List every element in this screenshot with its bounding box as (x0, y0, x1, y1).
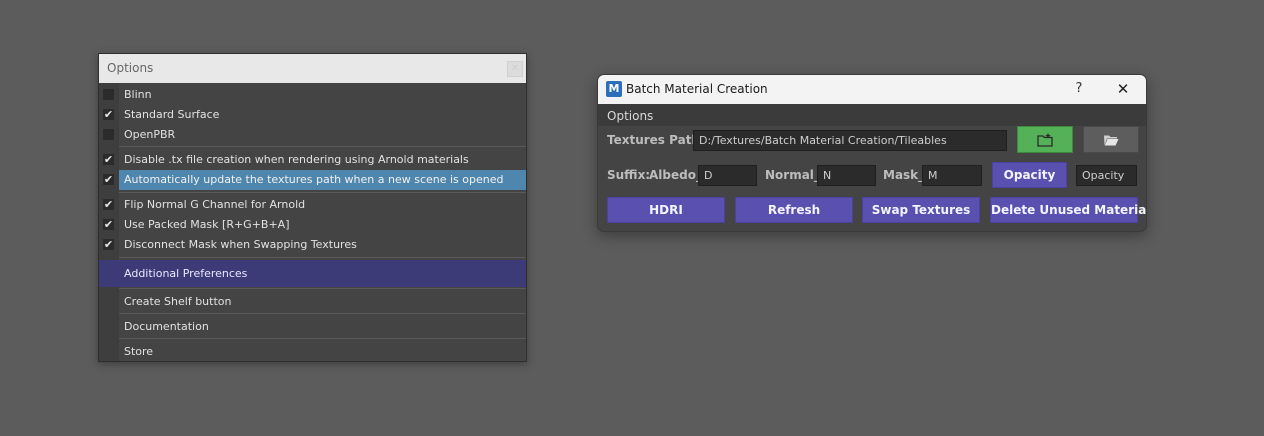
add-folder-button[interactable] (1017, 126, 1073, 153)
options-menu: Options ✕ Blinn ✔ Standard Surface OpenP… (98, 53, 527, 362)
menu-item-label: Documentation (124, 320, 209, 333)
menu-item-label: OpenPBR (124, 128, 176, 141)
menu-divider (119, 288, 526, 289)
browse-folder-button[interactable] (1083, 126, 1139, 153)
folder-add-icon (1037, 133, 1053, 147)
albedo-label: Albedo_ (649, 168, 702, 182)
menu-item-disconnect-mask[interactable]: ✔ Disconnect Mask when Swapping Textures (99, 235, 526, 255)
checkbox-checked[interactable]: ✔ (103, 199, 114, 210)
menu-item-store[interactable]: Store (99, 342, 526, 361)
menu-item-create-shelf[interactable]: Create Shelf button (99, 292, 526, 312)
menu-item-label: Store (124, 345, 154, 358)
window-title: Batch Material Creation (626, 82, 768, 96)
menu-bar: Options (598, 104, 1146, 126)
menu-item-openpbr[interactable]: OpenPBR (99, 125, 526, 145)
menu-item-flip-normal[interactable]: ✔ Flip Normal G Channel for Arnold (99, 195, 526, 215)
normal-suffix-input[interactable]: N (817, 165, 876, 186)
menu-item-label: Standard Surface (124, 108, 220, 121)
window-titlebar[interactable]: M Batch Material Creation ? ✕ (598, 75, 1146, 104)
menu-divider (119, 313, 526, 314)
menu-item-label: Create Shelf button (124, 295, 232, 308)
menu-divider (119, 338, 526, 339)
textures-path-input[interactable]: D:/Textures/Batch Material Creation/Tile… (693, 130, 1007, 151)
close-icon[interactable]: ✕ (507, 61, 523, 77)
opacity-button[interactable]: Opacity (992, 162, 1067, 188)
folder-open-icon (1104, 135, 1119, 145)
maya-logo-icon: M (606, 81, 622, 97)
textures-path-label: Textures Path: (607, 133, 705, 147)
refresh-button[interactable]: Refresh (735, 197, 853, 223)
help-button[interactable]: ? (1069, 79, 1089, 99)
suffix-label: Suffix: (607, 168, 651, 182)
opacity-suffix-input[interactable]: Opacity (1076, 165, 1137, 186)
checkbox-checked[interactable]: ✔ (103, 219, 114, 230)
checkbox[interactable] (103, 89, 114, 100)
menu-item-documentation[interactable]: Documentation (99, 317, 526, 337)
menu-item-additional-preferences[interactable]: Additional Preferences (99, 260, 526, 287)
menu-item-label: Flip Normal G Channel for Arnold (124, 198, 306, 211)
menu-item-label: Additional Preferences (124, 267, 248, 280)
checkbox-checked[interactable]: ✔ (103, 154, 114, 165)
menu-item-label: Disable .tx file creation when rendering… (124, 153, 469, 166)
menu-item-label: Use Packed Mask [R+G+B+A] (124, 218, 290, 231)
menu-item-label: Disconnect Mask when Swapping Textures (124, 238, 357, 251)
menu-item-label: Automatically update the textures path w… (124, 173, 504, 186)
checkbox[interactable] (103, 129, 114, 140)
menu-item-label: Blinn (124, 88, 152, 101)
checkbox-checked[interactable]: ✔ (103, 239, 114, 250)
normal-label: Normal_ (765, 168, 820, 182)
menu-options[interactable]: Options (607, 104, 653, 128)
menu-divider (119, 146, 526, 147)
menu-item-packed-mask[interactable]: ✔ Use Packed Mask [R+G+B+A] (99, 215, 526, 235)
hdri-button[interactable]: HDRI (607, 197, 725, 223)
menu-divider (119, 257, 526, 258)
menu-item-standard-surface[interactable]: ✔ Standard Surface (99, 105, 526, 125)
batch-material-window: M Batch Material Creation ? ✕ Options Te… (597, 74, 1147, 232)
close-button[interactable]: ✕ (1112, 79, 1134, 99)
options-menu-title: Options (99, 54, 526, 83)
menu-item-blinn[interactable]: Blinn (99, 85, 526, 105)
menu-item-disable-tx[interactable]: ✔ Disable .tx file creation when renderi… (99, 150, 526, 170)
mask-suffix-input[interactable]: M (922, 165, 982, 186)
menu-item-auto-update-path[interactable]: ✔ Automatically update the textures path… (99, 170, 526, 190)
mask-label: Mask_ (883, 168, 925, 182)
menu-divider (119, 192, 526, 193)
checkbox-checked[interactable]: ✔ (103, 174, 114, 185)
swap-textures-button[interactable]: Swap Textures (862, 197, 980, 223)
checkbox-checked[interactable]: ✔ (103, 109, 114, 120)
delete-unused-materials-button[interactable]: Delete Unused Materials (990, 197, 1146, 223)
albedo-suffix-input[interactable]: D (698, 165, 757, 186)
